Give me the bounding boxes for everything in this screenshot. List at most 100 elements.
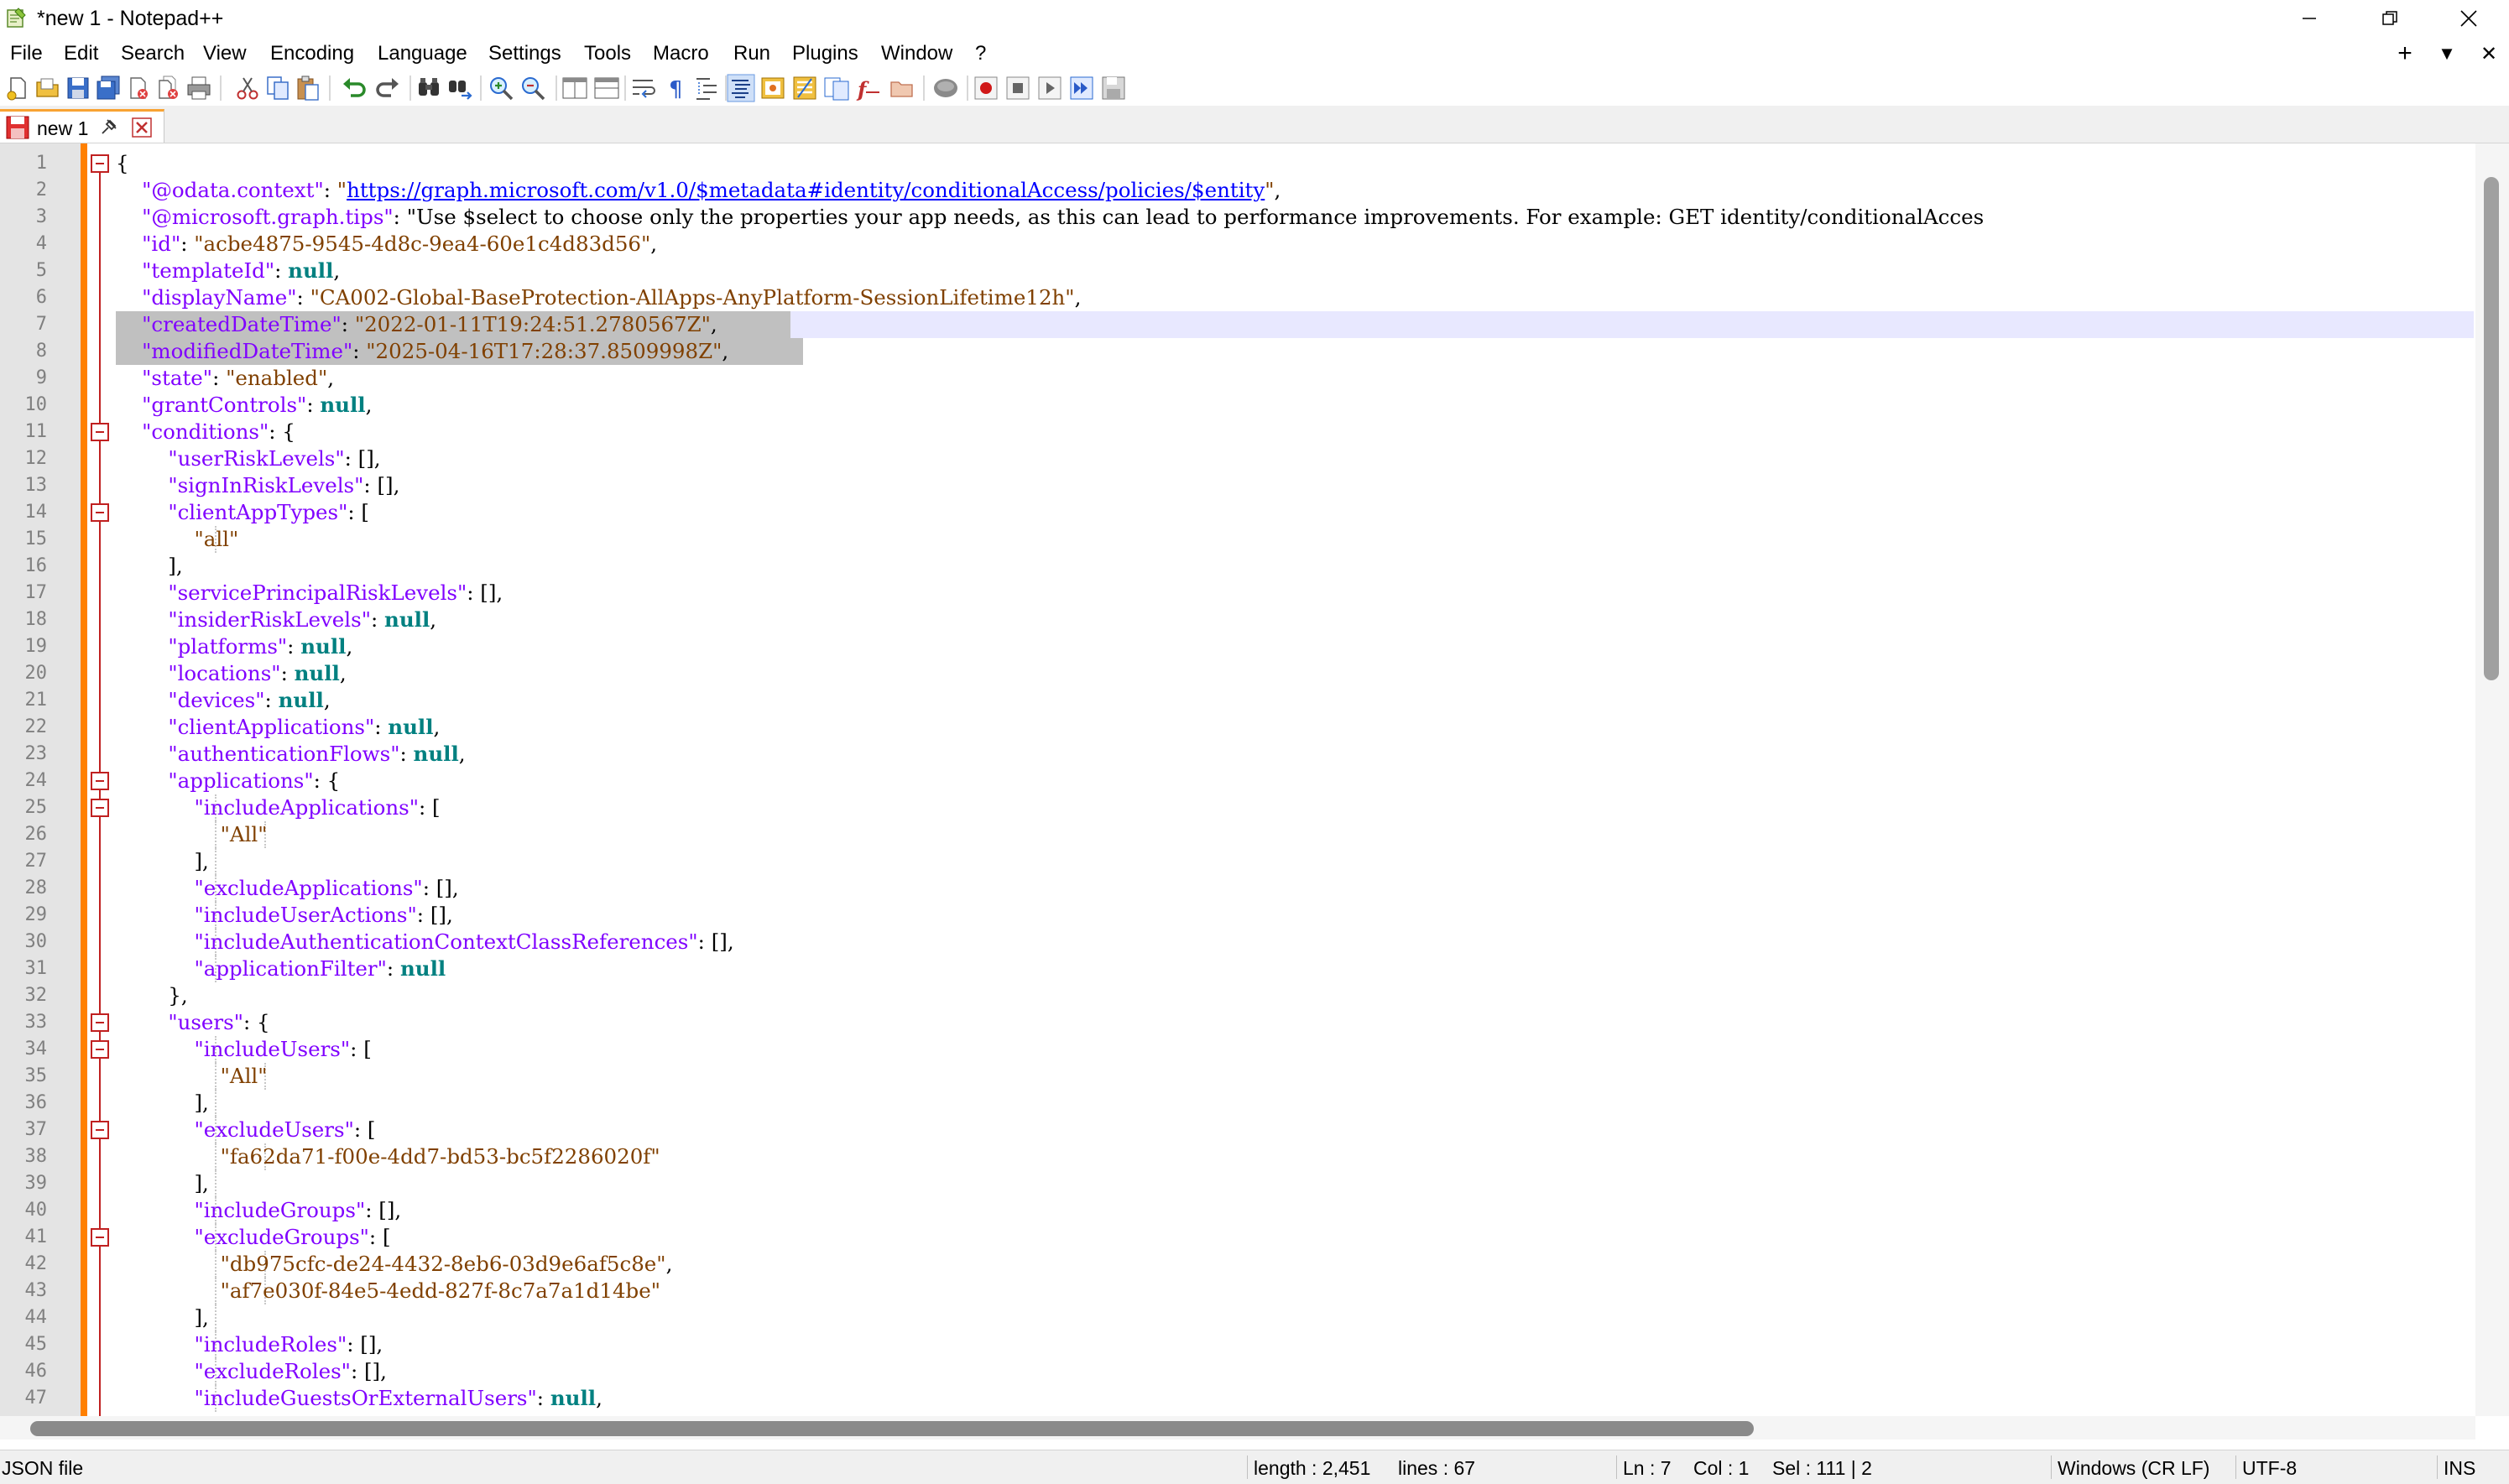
code-line[interactable]: "excludeGroups": [ — [116, 1224, 390, 1251]
fold-toggle-icon[interactable] — [91, 423, 109, 441]
code-line[interactable]: "createdDateTime": "2022-01-11T19:24:51.… — [116, 311, 717, 338]
code-line[interactable]: "includeAuthenticationContextClassRefere… — [116, 929, 733, 955]
sync-vertical-icon[interactable] — [561, 74, 589, 102]
code-line[interactable]: "@odata.context": "https://graph.microso… — [116, 177, 1281, 204]
fold-toggle-icon[interactable] — [91, 503, 109, 522]
play-macro-icon[interactable] — [1035, 74, 1064, 102]
code-line[interactable]: ], — [116, 1304, 208, 1331]
new-file-icon[interactable] — [3, 74, 32, 102]
close-icon[interactable] — [124, 74, 153, 102]
code-line[interactable]: "grantControls": null, — [116, 392, 372, 419]
sync-horizontal-icon[interactable] — [592, 74, 621, 102]
folder-workspace-icon[interactable] — [888, 74, 916, 102]
restore-button[interactable] — [2351, 0, 2428, 37]
code-line[interactable]: "af7e030f-84e5-4edd-827f-8c7a7a1d14be" — [116, 1278, 660, 1304]
code-line[interactable]: ], — [116, 1170, 208, 1197]
editor-area[interactable]: { "@odata.context": "https://graph.micro… — [0, 143, 2509, 1416]
menu-language[interactable]: Language — [378, 41, 467, 66]
horizontal-scroll-thumb[interactable] — [30, 1421, 1754, 1436]
fold-toggle-icon[interactable] — [91, 154, 109, 173]
find-icon[interactable] — [415, 74, 443, 102]
minimize-button[interactable] — [2271, 0, 2348, 37]
code-line[interactable]: "db975cfc-de24-4432-8eb6-03d9e6af5c8e", — [116, 1251, 673, 1278]
new-tab-plus-button[interactable]: + — [2388, 39, 2422, 69]
tab-close-icon[interactable] — [131, 117, 153, 138]
monitoring-icon[interactable] — [931, 74, 960, 102]
code-line[interactable]: "includeGroups": [], — [116, 1197, 401, 1224]
run-macro-multiple-icon[interactable] — [1067, 74, 1096, 102]
code-line[interactable]: "templateId": null, — [116, 258, 340, 284]
show-all-chars-icon[interactable]: ¶ — [661, 74, 690, 102]
fold-toggle-icon[interactable] — [91, 1228, 109, 1247]
code-line[interactable]: { — [116, 150, 129, 177]
code-line[interactable]: "fa62da71-f00e-4dd7-bd53-bc5f2286020f" — [116, 1143, 660, 1170]
pin-icon[interactable] — [99, 117, 121, 138]
menu-plugins[interactable]: Plugins — [792, 41, 858, 66]
doc-map-icon[interactable] — [759, 74, 787, 102]
vertical-scrollbar[interactable] — [2475, 143, 2509, 1416]
code-line[interactable]: ], — [116, 553, 182, 580]
menu-tools[interactable]: Tools — [584, 41, 631, 66]
print-icon[interactable] — [185, 74, 213, 102]
tab-list-dropdown-button[interactable]: ▼ — [2430, 39, 2464, 69]
zoom-in-icon[interactable] — [487, 74, 515, 102]
code-line[interactable]: "includeRoles": [], — [116, 1331, 383, 1358]
save-all-icon[interactable] — [94, 74, 123, 102]
record-macro-icon[interactable] — [972, 74, 1000, 102]
undo-icon[interactable] — [341, 74, 369, 102]
status-insert-mode[interactable]: INS — [2444, 1456, 2475, 1480]
fold-toggle-icon[interactable] — [91, 1013, 109, 1032]
fold-toggle-icon[interactable] — [91, 799, 109, 817]
code-line[interactable]: "id": "acbe4875-9545-4d8c-9ea4-60e1c4d83… — [116, 231, 657, 258]
code-line[interactable]: "insiderRiskLevels": null, — [116, 607, 436, 633]
status-encoding[interactable]: UTF-8 — [2242, 1456, 2297, 1480]
menu-search[interactable]: Search — [121, 41, 185, 66]
close-document-button[interactable]: ✕ — [2472, 39, 2506, 69]
code-line[interactable]: "signInRiskLevels": [], — [116, 472, 399, 499]
menu-edit[interactable]: Edit — [64, 41, 98, 66]
code-line[interactable]: "applications": { — [116, 768, 340, 794]
menu-encoding[interactable]: Encoding — [270, 41, 354, 66]
horizontal-scrollbar[interactable] — [0, 1416, 2475, 1440]
code-line[interactable]: "includeGuestsOrExternalUsers": null, — [116, 1385, 602, 1412]
fold-toggle-icon[interactable] — [91, 1040, 109, 1059]
code-line[interactable]: "clientAppTypes": [ — [116, 499, 369, 526]
code-line[interactable]: "excludeApplications": [], — [116, 875, 458, 902]
code-line[interactable]: "conditions": { — [116, 419, 295, 445]
paste-icon[interactable] — [294, 74, 322, 102]
code-line[interactable]: ], — [116, 1090, 208, 1117]
code-line[interactable]: "All" — [116, 1063, 268, 1090]
code-line[interactable]: "all" — [116, 526, 238, 553]
code-line[interactable]: "users": { — [116, 1009, 269, 1036]
cut-icon[interactable] — [233, 74, 262, 102]
code-line[interactable]: "servicePrincipalRiskLevels": [], — [116, 580, 503, 607]
folder-workspace-icon[interactable]: f — [854, 74, 883, 102]
redo-icon[interactable] — [373, 74, 401, 102]
code-line[interactable]: "includeApplications": [ — [116, 794, 440, 821]
code-line[interactable]: "state": "enabled", — [116, 365, 334, 392]
doc-list-icon[interactable] — [790, 74, 819, 102]
vertical-scroll-thumb[interactable] — [2484, 177, 2499, 680]
code-line[interactable]: ], — [116, 848, 208, 875]
code-line[interactable]: }, — [116, 982, 187, 1009]
menu-view[interactable]: View — [203, 41, 247, 66]
menu-window[interactable]: Window — [881, 41, 952, 66]
code-line[interactable]: "locations": null, — [116, 660, 346, 687]
code-line[interactable]: "authenticationFlows": null, — [116, 741, 465, 768]
menu-settings[interactable]: Settings — [488, 41, 561, 66]
code-line[interactable]: "displayName": "CA002-Global-BaseProtect… — [116, 284, 1081, 311]
open-file-icon[interactable] — [34, 74, 62, 102]
status-eol[interactable]: Windows (CR LF) — [2058, 1456, 2209, 1480]
fold-toggle-icon[interactable] — [91, 1121, 109, 1139]
code-line[interactable]: "includeUsers": [ — [116, 1036, 371, 1063]
function-list-icon[interactable] — [822, 74, 851, 102]
code-line[interactable]: "includeUserActions": [], — [116, 902, 452, 929]
save-icon[interactable] — [64, 74, 92, 102]
code-line[interactable]: "@microsoft.graph.tips": "Use $select to… — [116, 204, 1984, 231]
close-window-button[interactable] — [2430, 0, 2507, 37]
code-line[interactable]: "userRiskLevels": [], — [116, 445, 380, 472]
zoom-out-icon[interactable] — [519, 74, 547, 102]
menu-help[interactable]: ? — [975, 41, 986, 66]
code-line[interactable]: "clientApplications": null, — [116, 714, 440, 741]
close-all-icon[interactable] — [154, 74, 183, 102]
